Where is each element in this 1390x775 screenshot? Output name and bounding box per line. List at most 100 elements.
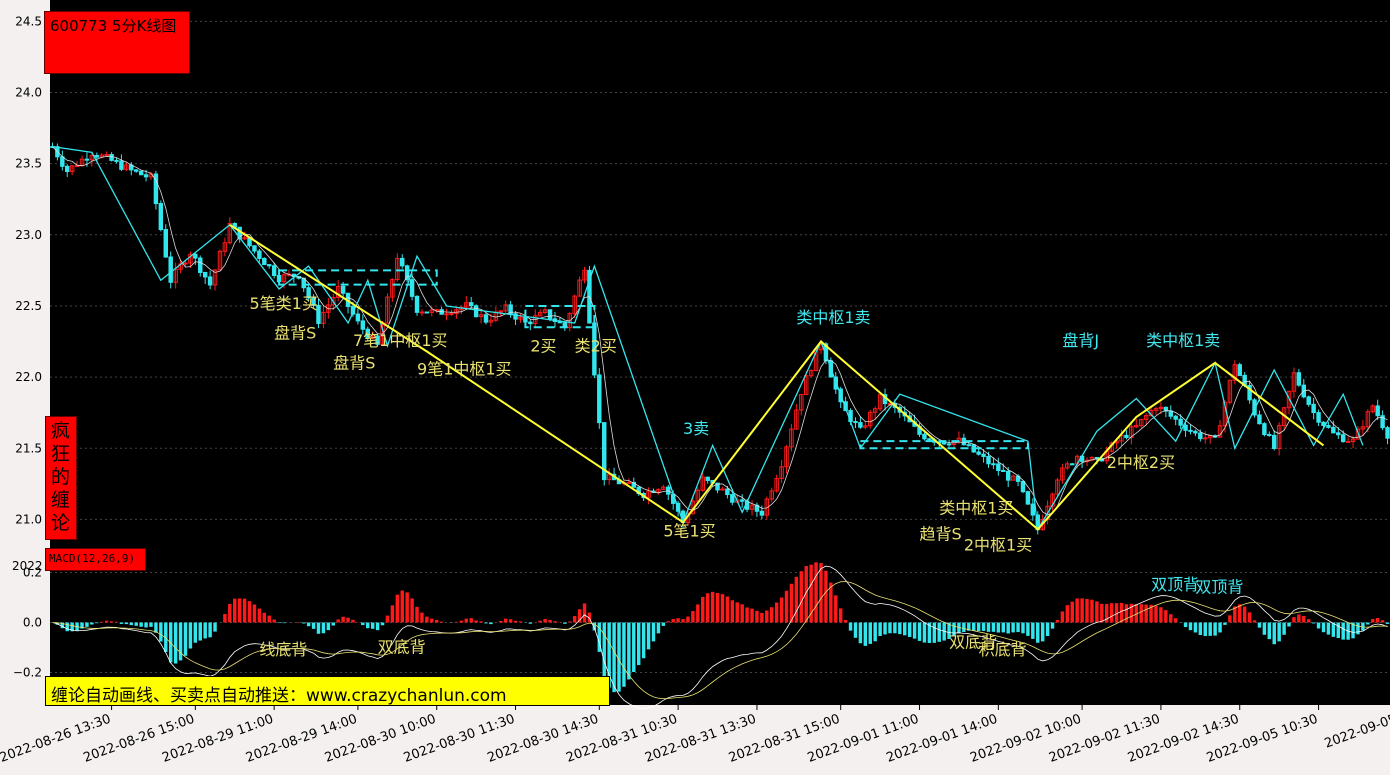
candle-body [276, 275, 282, 283]
ad-text: 缠论自动画线、买卖点自动推送：www.crazychanlun.com [51, 686, 507, 706]
candle-body [1183, 424, 1188, 431]
chart-annotation: 3卖 [683, 419, 709, 438]
candle-body [1020, 480, 1026, 493]
candle-body [138, 170, 144, 176]
candle-body [1385, 427, 1390, 439]
price-axis: 21.0 21.5 22.0 22.5 23.0 23.5 24.0 24.5 [15, 14, 42, 526]
x-tick-label: 2022-09-05 [1323, 712, 1390, 752]
candle-body [523, 316, 528, 323]
chart-annotation: 类中枢1卖 [796, 308, 870, 327]
chart-annotation: 盘背S [333, 354, 375, 373]
time-axis: 2022-08-26 13:302022-08-26 15:002022-08-… [0, 705, 1390, 766]
candle-body [65, 165, 70, 173]
candle-body [94, 155, 100, 158]
candle-body [1336, 432, 1341, 436]
candle-body [267, 264, 272, 267]
price-panel [50, 0, 1390, 555]
candle-body [1306, 396, 1311, 405]
candle-body [1193, 430, 1198, 434]
macd-tick-label: 0.0 [23, 616, 42, 630]
candle-body [84, 158, 90, 161]
candle-body [1173, 415, 1178, 420]
candle-body [1345, 440, 1351, 443]
candle-body [1326, 425, 1331, 428]
chart-annotation: 2中枢1买 [964, 536, 1032, 555]
candle-body [1257, 414, 1262, 425]
candle-body [976, 451, 981, 455]
candle-body [991, 463, 996, 466]
chart-annotation: 类中枢1卖 [1146, 331, 1220, 350]
candle-body [104, 154, 109, 157]
macd-annotation: 线底背 [259, 640, 307, 659]
candle-body [597, 374, 602, 424]
candle-body [60, 156, 65, 167]
y-tick-label: 24.0 [15, 86, 42, 100]
candle-body [163, 229, 168, 258]
chart-title: 600773 5分K线图 [50, 17, 177, 35]
chart-annotation: 类中枢1买 [939, 499, 1013, 518]
candle-body [946, 443, 952, 446]
chart-annotation: 5笔1买 [663, 522, 715, 541]
candle-body [941, 442, 947, 445]
candle-body [340, 285, 346, 294]
candle-body [1267, 434, 1272, 437]
candle-body [158, 203, 164, 231]
candle-body [193, 253, 198, 259]
candle-body [1203, 437, 1208, 440]
candle-body [1331, 426, 1336, 434]
macd-tick-label: −0.2 [13, 666, 42, 680]
candle-body [1311, 403, 1316, 414]
y-tick-label: 24.5 [15, 14, 42, 28]
candle-body [271, 265, 277, 277]
candle-body [400, 257, 405, 267]
candle-body [720, 488, 725, 491]
chart-annotation: 7笔1中枢1买 [353, 331, 448, 350]
chart-title-box: 600773 5分K线图 [44, 11, 190, 74]
macd-annotation: 双顶背 [1195, 578, 1243, 597]
candle-body [1094, 457, 1100, 460]
y-tick-label: 22.5 [15, 299, 42, 313]
candle-body [1198, 432, 1203, 440]
candle-body [133, 169, 139, 172]
candle-body [414, 295, 420, 313]
kline-chart: 21.021.522.022.523.023.524.024.5 0.20.0−… [0, 0, 1390, 766]
candle-body [262, 257, 267, 266]
candle-body [74, 165, 80, 168]
candle-body [1001, 469, 1006, 472]
y-tick-label: 23.5 [15, 157, 42, 171]
y-tick-label: 21.5 [15, 441, 42, 455]
candle-body [257, 250, 262, 259]
chart-annotation: 2中枢2买 [1107, 453, 1175, 472]
candle-body [198, 257, 203, 273]
candle-body [143, 174, 149, 178]
candle-body [444, 313, 449, 316]
candle-body [483, 314, 489, 323]
macd-axis: 0.20.0−0.2 [13, 566, 42, 680]
macd-label-box: MACD(12,26,9) [45, 548, 146, 571]
candle-body [183, 262, 188, 265]
y-tick-label: 22.0 [15, 370, 42, 384]
candle-body [1070, 463, 1075, 466]
side-label-box: 疯狂的缠论 [45, 416, 77, 540]
y-tick-label: 23.0 [15, 228, 42, 242]
candle-body [853, 421, 858, 424]
chart-annotation: 2买 [530, 337, 556, 356]
candle-body [927, 438, 932, 441]
candle-body [409, 279, 415, 297]
candle-body [449, 313, 454, 316]
candle-body [109, 154, 114, 161]
candle-body [1124, 434, 1129, 438]
candle-body [119, 160, 124, 170]
candle-body [1168, 410, 1173, 417]
macd-annotation: 积底背 [979, 640, 1027, 659]
candle-body [468, 302, 474, 307]
candle-body [922, 433, 927, 440]
candle-body [739, 499, 745, 502]
candle-body [528, 321, 533, 325]
ad-banner: 缠论自动画线、买卖点自动推送：www.crazychanlun.com [45, 676, 610, 706]
macd-annotation: 双底背 [378, 638, 426, 657]
candle-body [1237, 364, 1242, 376]
chart-annotation: 9笔1中枢1买 [417, 359, 512, 378]
candle-body [1030, 503, 1036, 516]
candle-body [547, 309, 553, 320]
